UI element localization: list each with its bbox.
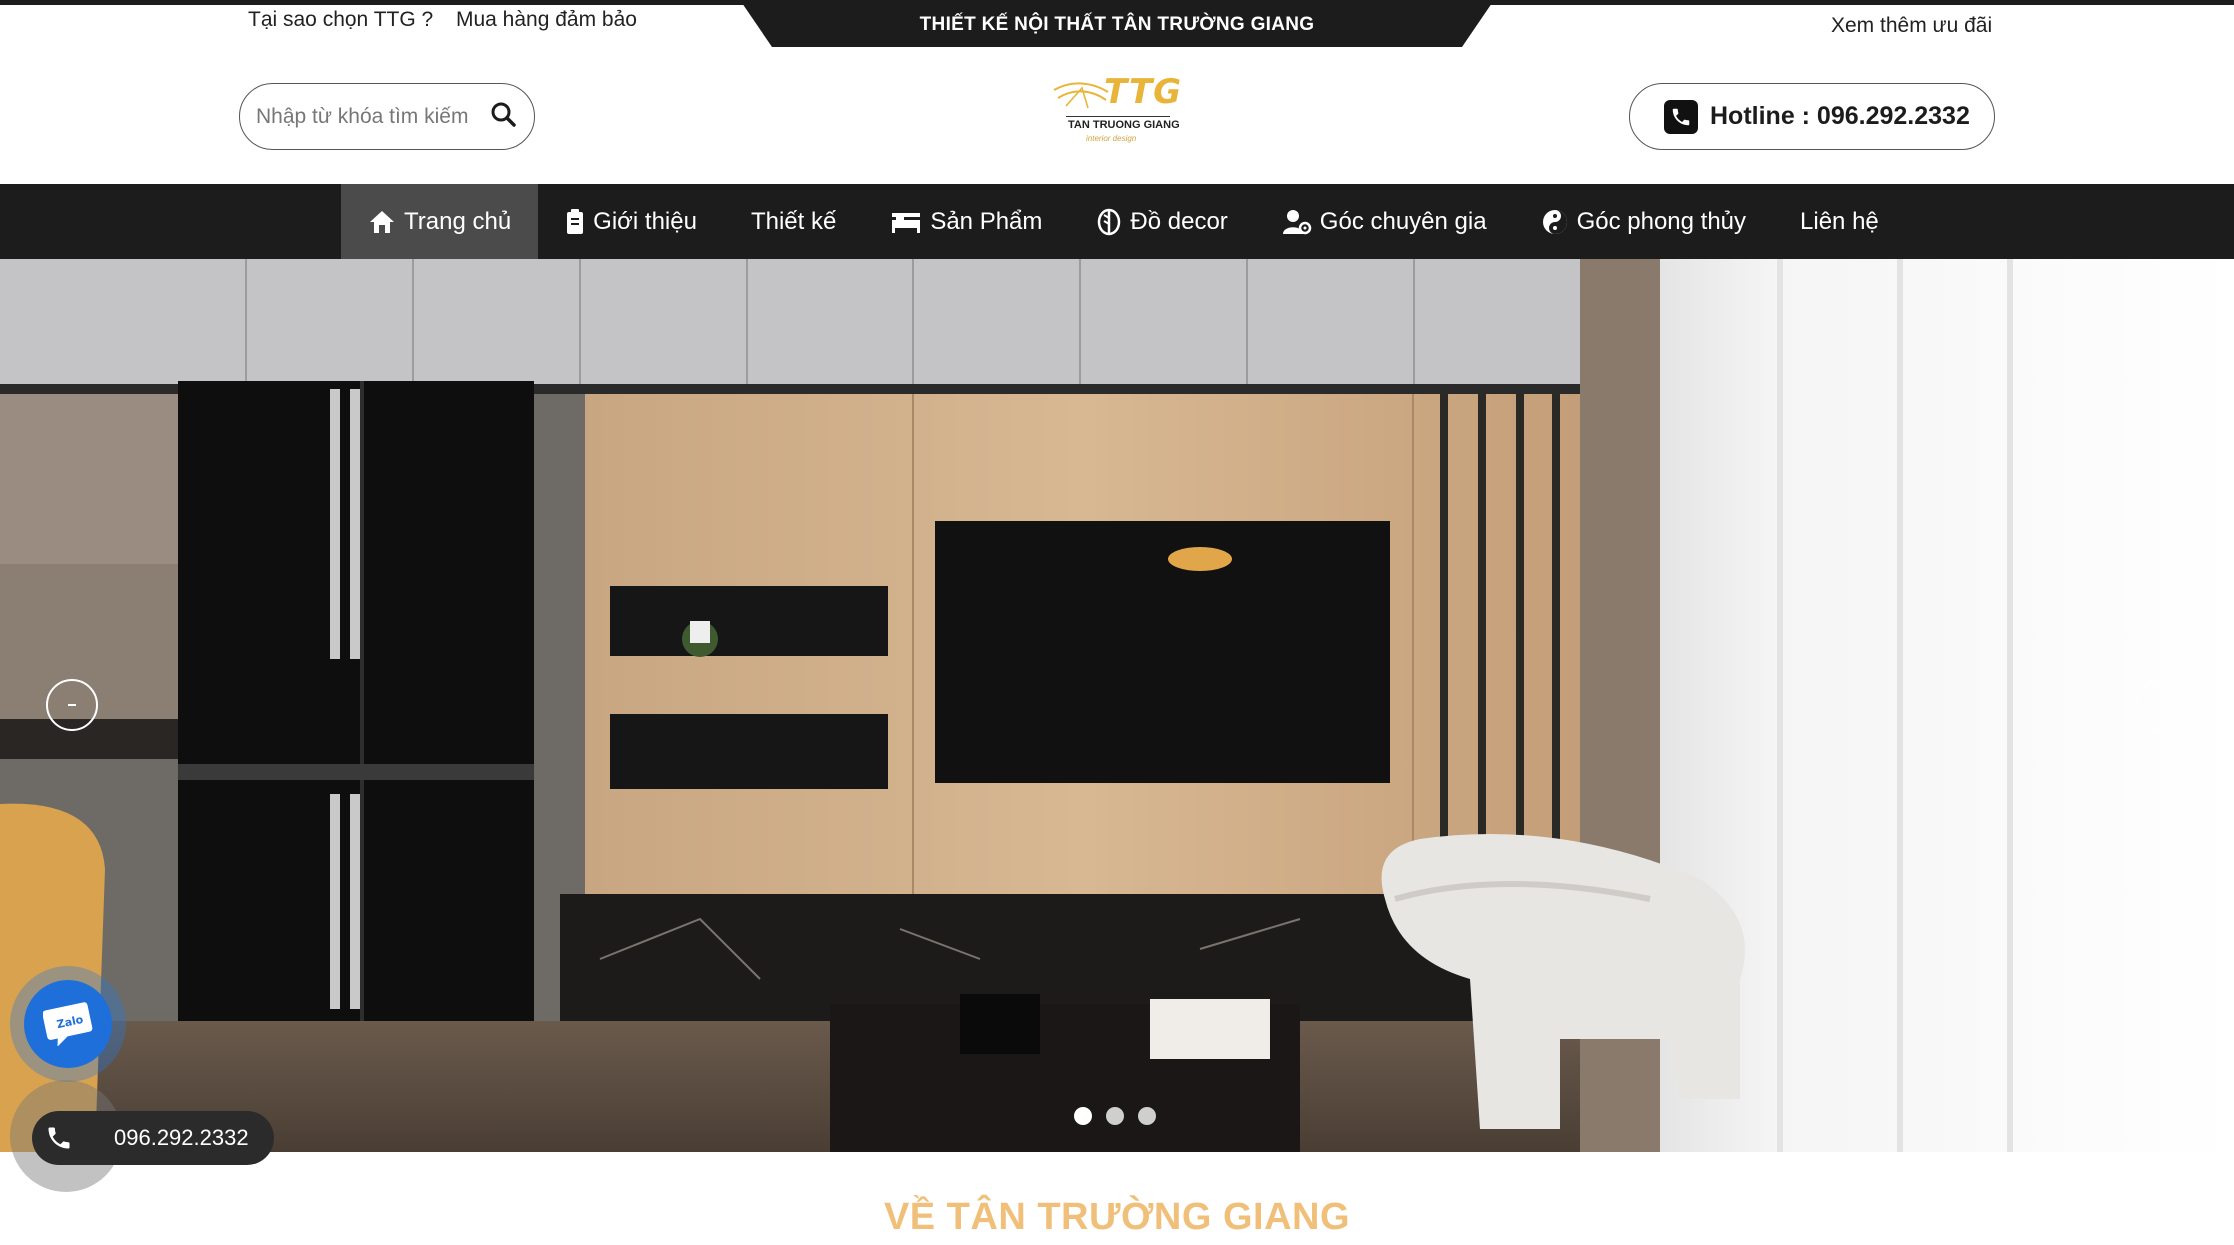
search-box	[239, 83, 535, 150]
bed-icon	[892, 212, 921, 233]
why-choose-link[interactable]: Tại sao chọn TTG ?	[248, 8, 433, 32]
nav-item-home[interactable]: Trang chủ	[341, 184, 539, 259]
call-button[interactable]: 096.292.2332	[32, 1111, 274, 1165]
nav-item-about[interactable]: Giới thiệu	[538, 184, 724, 259]
nav-item-label: Góc chuyên gia	[1319, 207, 1487, 235]
user-gear-icon	[1282, 209, 1312, 234]
nav-item-fengshui[interactable]: Góc phong thủy	[1514, 184, 1773, 259]
top-banner: THIẾT KẾ NỘI THẤT TÂN TRƯỜNG GIANG	[742, 3, 1492, 47]
nav-item-label: Giới thiệu	[593, 207, 697, 235]
leaf-icon	[1098, 208, 1121, 235]
section-title: VỀ TÂN TRƯỜNG GIANG	[883, 1196, 1351, 1238]
logo-divider	[1066, 116, 1170, 117]
nav-item-label: Sản Phẩm	[930, 207, 1043, 235]
call-phone-number: 096.292.2332	[114, 1125, 249, 1150]
top-banner-text: THIẾT KẾ NỘI THẤT TÂN TRƯỜNG GIANG	[919, 14, 1315, 35]
hero-image	[0, 259, 2234, 1152]
nav-item-label: Thiết kế	[750, 207, 837, 235]
nav-item-label: Liên hệ	[1800, 207, 1879, 235]
slider-dot-2[interactable]	[1106, 1107, 1124, 1125]
nav-item-label: Trang chủ	[404, 207, 512, 235]
main-nav: Trang chủ Giới thiệu Thiết kế Sản Phẩm Đ…	[0, 184, 2234, 259]
logo-tagline: interior design	[1086, 134, 1137, 143]
nav-item-decor[interactable]: Đồ decor	[1069, 184, 1254, 259]
yin-yang-icon	[1542, 209, 1567, 234]
nav-item-expert[interactable]: Góc chuyên gia	[1255, 184, 1514, 259]
slider-dot-1[interactable]	[1074, 1107, 1092, 1125]
nav-item-contact[interactable]: Liên hệ	[1773, 184, 1906, 259]
logo-mark: TTG	[1104, 72, 1183, 112]
search-icon[interactable]	[490, 101, 516, 132]
minus-icon	[68, 704, 76, 706]
hotline-button[interactable]: Hotline : 096.292.2332	[1629, 83, 1995, 150]
hotline-label: Hotline : 096.292.2332	[1710, 102, 1970, 130]
home-icon	[370, 210, 394, 233]
offers-link[interactable]: Xem thêm ưu đãi	[1831, 14, 1992, 38]
nav-item-label: Góc phong thủy	[1576, 207, 1747, 235]
phone-icon	[32, 1111, 86, 1165]
zalo-button[interactable]: Zalo	[24, 980, 112, 1068]
nav-item-label: Đồ decor	[1130, 207, 1228, 235]
nav-item-design[interactable]: Thiết kế	[724, 184, 863, 259]
document-icon	[567, 208, 584, 234]
slider-dots	[1074, 1107, 1156, 1125]
guarantee-link[interactable]: Mua hàng đảm bảo	[456, 8, 637, 32]
slider-next-button[interactable]	[2135, 679, 2187, 731]
logo-swoosh-icon	[1053, 82, 1109, 109]
nav-item-products[interactable]: Sản Phẩm	[863, 184, 1069, 259]
site-logo[interactable]: TTG TAN TRUONG GIANG interior design	[1050, 72, 1182, 152]
phone-icon	[1664, 99, 1698, 134]
hero-slider[interactable]	[0, 259, 2234, 1152]
slider-dot-3[interactable]	[1138, 1107, 1156, 1125]
logo-name: TAN TRUONG GIANG	[1068, 119, 1180, 131]
zalo-icon: Zalo	[43, 1002, 93, 1046]
search-input[interactable]	[256, 104, 476, 129]
slider-prev-button[interactable]	[46, 679, 98, 731]
